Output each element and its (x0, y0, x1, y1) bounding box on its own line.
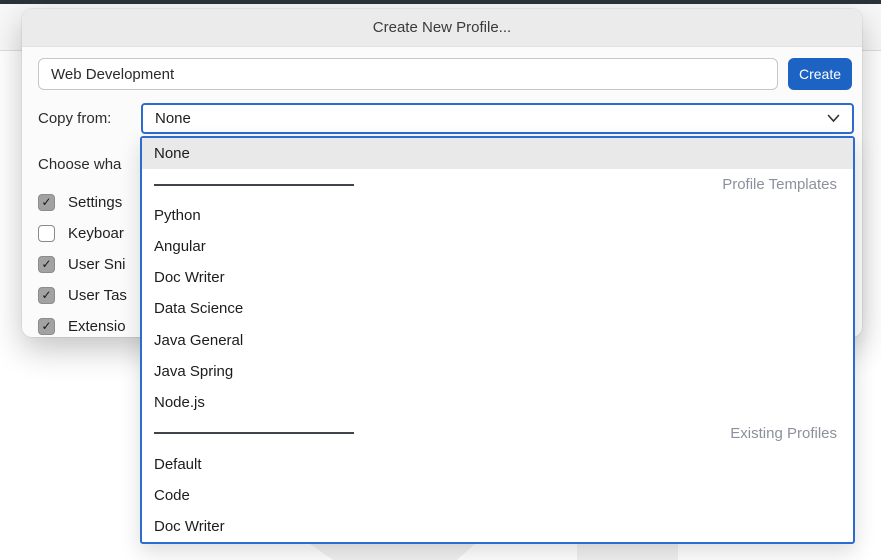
dropdown-group-existing-profiles: Existing Profiles (142, 418, 853, 449)
checkmark-icon: ✓ (41, 289, 51, 301)
background-watermark-shape (310, 544, 475, 560)
dropdown-option-angular[interactable]: Angular (142, 231, 853, 262)
dropdown-option-label: Doc Writer (154, 518, 225, 535)
checkbox-label: User Tas (68, 287, 127, 304)
dropdown-option-python[interactable]: Python (142, 200, 853, 231)
dropdown-option-label: Angular (154, 238, 206, 255)
dropdown-option-label: Java Spring (154, 363, 233, 380)
separator-line (154, 184, 354, 186)
copy-from-selected-value: None (155, 110, 191, 127)
dialog-title: Create New Profile... (373, 19, 511, 36)
checkbox-label: Keyboar (68, 225, 124, 242)
choose-what-label: Choose wha (38, 156, 121, 173)
checkbox-label: User Sni (68, 256, 126, 273)
dropdown-option-doc-writer-existing[interactable]: Doc Writer (142, 511, 853, 542)
dropdown-option-java-spring[interactable]: Java Spring (142, 356, 853, 387)
copy-from-select[interactable]: None (141, 103, 854, 134)
dropdown-option-nodejs[interactable]: Node.js (142, 387, 853, 418)
dropdown-option-label: Node.js (154, 394, 205, 411)
checkbox-label: Settings (68, 194, 122, 211)
dropdown-group-label: Profile Templates (722, 176, 837, 193)
dropdown-option-label: Data Science (154, 300, 243, 317)
profile-name-input[interactable] (38, 58, 778, 90)
copy-from-label: Copy from: (38, 103, 111, 134)
checkmark-icon: ✓ (41, 320, 51, 332)
checkmark-icon: ✓ (41, 196, 51, 208)
dropdown-group-profile-templates: Profile Templates (142, 169, 853, 200)
dropdown-option-data-science[interactable]: Data Science (142, 293, 853, 324)
dropdown-option-label: Python (154, 207, 201, 224)
dialog-titlebar: Create New Profile... (22, 9, 862, 47)
dropdown-option-label: Java General (154, 332, 243, 349)
checkbox-unchecked[interactable] (38, 225, 55, 242)
create-button[interactable]: Create (788, 58, 852, 90)
chevron-down-icon (827, 114, 840, 123)
dropdown-option-label: Code (154, 487, 190, 504)
dropdown-option-default[interactable]: Default (142, 449, 853, 480)
checkbox-checked[interactable]: ✓ (38, 256, 55, 273)
dropdown-group-label: Existing Profiles (730, 425, 837, 442)
dropdown-option-label: Doc Writer (154, 269, 225, 286)
dropdown-option-doc-writer[interactable]: Doc Writer (142, 262, 853, 293)
copy-from-dropdown-list: None Profile Templates Python Angular Do… (140, 136, 855, 544)
separator-line (154, 432, 354, 434)
checkbox-checked[interactable]: ✓ (38, 194, 55, 211)
checkbox-checked[interactable]: ✓ (38, 287, 55, 304)
checkbox-label: Extensio (68, 318, 126, 335)
background-watermark-shape (577, 544, 678, 560)
dropdown-option-code[interactable]: Code (142, 480, 853, 511)
dropdown-option-none[interactable]: None (142, 138, 853, 169)
checkmark-icon: ✓ (41, 258, 51, 270)
dropdown-option-label: Default (154, 456, 202, 473)
dropdown-option-java-general[interactable]: Java General (142, 324, 853, 355)
checkbox-checked[interactable]: ✓ (38, 318, 55, 335)
dropdown-option-label: None (154, 145, 190, 162)
